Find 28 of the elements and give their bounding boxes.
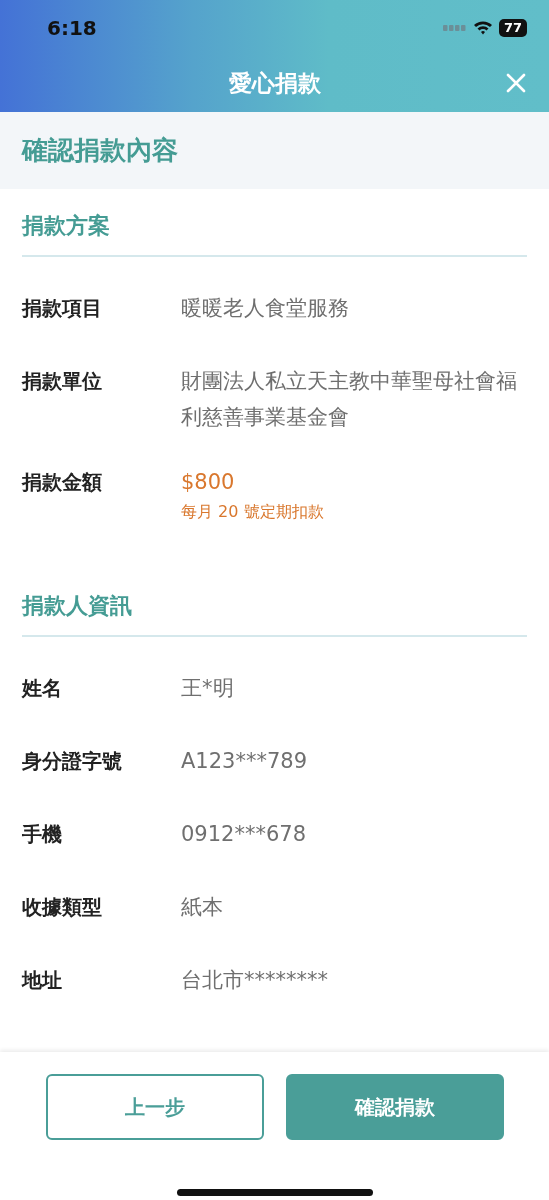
- field-value: 暖暖老人食堂服務: [181, 295, 350, 323]
- section-title: 捐款人資訊: [22, 569, 527, 638]
- field-label: 捐款金額: [22, 469, 103, 497]
- header-title: 愛心捐款: [228, 68, 321, 98]
- field-label: 捐款單位: [22, 368, 103, 396]
- close-button[interactable]: [505, 72, 527, 95]
- field-value: 0912***678: [181, 821, 308, 849]
- field-label: 身分證字號: [22, 748, 123, 776]
- field-value: A123***789: [181, 748, 309, 776]
- confirm-button[interactable]: 確認捐款: [285, 1074, 504, 1141]
- field-value: 台北市********: [181, 967, 329, 995]
- wifi-icon: [472, 20, 493, 35]
- field-note: 每月 20 號定期扣款: [181, 502, 325, 524]
- field-value: $800: [181, 469, 236, 497]
- status-time: 6:18: [47, 15, 97, 40]
- signal-icon: [442, 24, 467, 31]
- field-value: 紙本: [181, 894, 224, 922]
- back-button[interactable]: 上一步: [45, 1074, 264, 1141]
- battery-level: 77: [498, 18, 527, 37]
- field-value: 王*明: [181, 675, 235, 703]
- page-title: 確認捐款內容: [22, 133, 178, 167]
- field-label: 捐款項目: [22, 295, 103, 323]
- section-title: 捐款方案: [22, 189, 527, 258]
- field-label: 收據類型: [22, 894, 103, 922]
- field-value: 財團法人私立天主教中華聖母社會福利慈善事業基金會: [181, 368, 518, 432]
- field-label: 手機: [22, 821, 63, 849]
- field-label: 姓名: [22, 675, 63, 703]
- field-label: 地址: [22, 967, 63, 995]
